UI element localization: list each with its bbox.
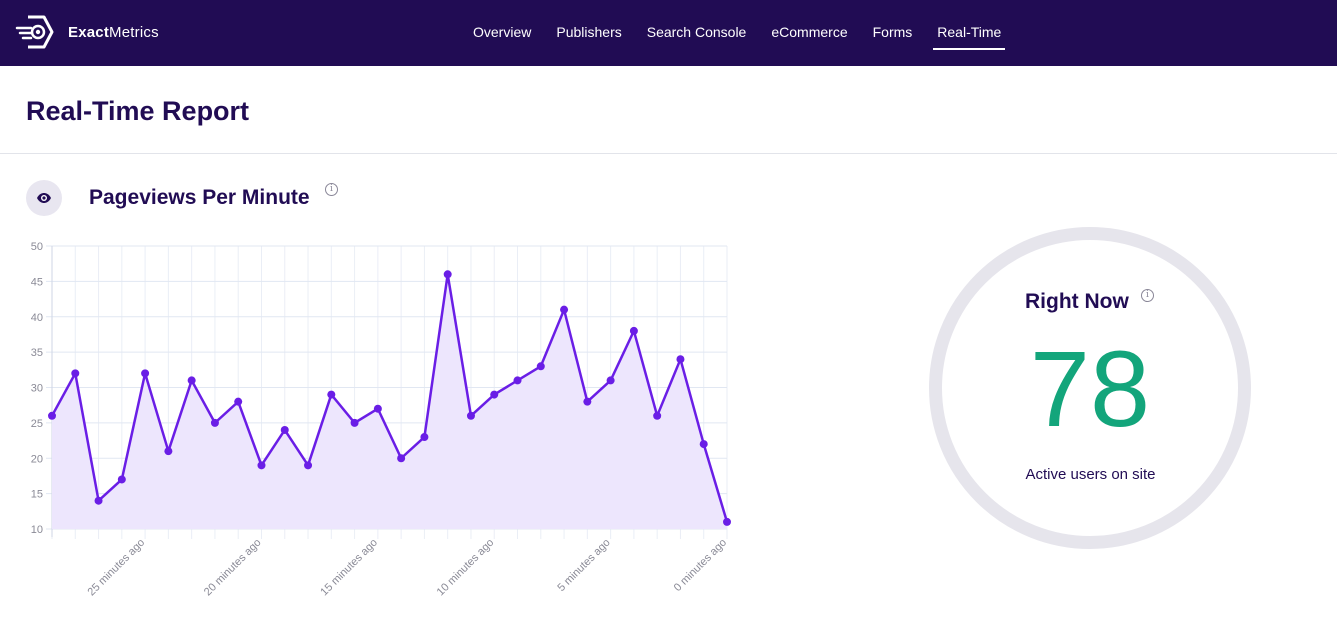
data-point — [699, 440, 708, 449]
pageviews-chart: 10 15 20 25 30 35 40 45 50 25 minutes ago 20 minut… — [31, 241, 731, 599]
nav-item-real-time[interactable]: Real-Time — [933, 0, 1006, 66]
data-point — [71, 369, 80, 378]
data-point — [490, 390, 499, 399]
x-tick-label: 10 minutes ago — [435, 537, 497, 599]
x-tick-label: 20 minutes ago — [202, 537, 264, 599]
right-now-title: Right Now — [1025, 290, 1129, 313]
data-point — [234, 397, 243, 406]
main-nav: Overview Publishers Search Console eComm… — [473, 0, 1026, 66]
data-point — [466, 411, 475, 420]
y-tick-label: 20 — [31, 453, 43, 465]
y-tick-label: 35 — [31, 347, 43, 359]
data-point — [443, 270, 452, 279]
info-icon[interactable]: i — [325, 183, 338, 196]
y-tick-label: 30 — [31, 383, 43, 395]
nav-item-ecommerce[interactable]: eCommerce — [771, 0, 847, 66]
exactmetrics-logo-icon — [15, 15, 54, 49]
x-tick-label: 25 minutes ago — [86, 537, 148, 599]
header-divider — [0, 153, 1337, 154]
nav-item-forms[interactable]: Forms — [873, 0, 913, 66]
data-point — [653, 411, 662, 420]
data-point — [629, 326, 638, 335]
nav-item-publishers[interactable]: Publishers — [556, 0, 621, 66]
data-point — [583, 397, 592, 406]
brand-name: ExactMetrics — [68, 24, 159, 41]
data-point — [210, 418, 219, 427]
x-tick-label: 0 minutes ago — [672, 537, 729, 594]
y-tick-label: 50 — [31, 241, 43, 253]
data-point — [513, 376, 522, 385]
data-point — [141, 369, 150, 378]
active-users-label: Active users on site — [1025, 466, 1156, 483]
pageviews-title: Pageviews Per Minute — [89, 186, 310, 209]
y-tick-label: 15 — [31, 489, 43, 501]
data-point — [187, 376, 196, 385]
y-tick-label: 40 — [31, 312, 43, 324]
data-point — [257, 461, 266, 470]
data-point — [560, 305, 569, 314]
nav-item-overview[interactable]: Overview — [473, 0, 531, 66]
data-point — [606, 376, 615, 385]
data-point — [48, 411, 56, 420]
x-tick-label: 5 minutes ago — [555, 537, 612, 594]
data-point — [94, 496, 103, 505]
data-point — [304, 461, 313, 470]
data-point — [536, 362, 545, 371]
data-point — [420, 433, 429, 442]
x-tick-label: 15 minutes ago — [318, 537, 380, 599]
page-title: Real-Time Report — [26, 96, 250, 126]
data-point — [350, 418, 359, 427]
brand-logo[interactable]: ExactMetrics — [14, 14, 159, 50]
data-point — [164, 447, 173, 456]
top-navigation-bar: ExactMetrics Overview Publishers Search … — [0, 0, 1337, 66]
pageviews-icon-badge — [26, 180, 62, 216]
data-point — [373, 404, 382, 413]
data-point — [327, 390, 336, 399]
eye-icon — [37, 193, 51, 203]
data-point — [117, 475, 126, 484]
y-tick-label: 45 — [31, 276, 43, 288]
y-tick-label: 25 — [31, 418, 43, 430]
brand-name-bold: Exact — [68, 23, 110, 41]
data-point — [280, 425, 289, 434]
info-icon[interactable]: i — [1141, 289, 1154, 302]
data-point — [397, 454, 406, 463]
active-users-count: 78 — [1029, 328, 1151, 449]
nav-item-search-console[interactable]: Search Console — [647, 0, 747, 66]
data-point — [676, 355, 685, 364]
y-tick-label: 10 — [31, 524, 43, 536]
brand-name-light: Metrics — [109, 23, 159, 41]
data-point — [723, 517, 731, 526]
